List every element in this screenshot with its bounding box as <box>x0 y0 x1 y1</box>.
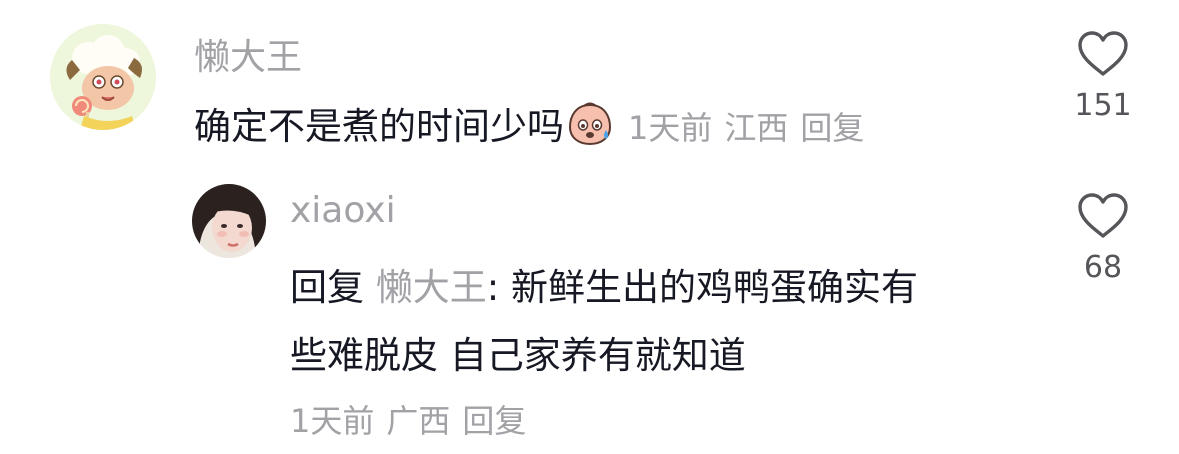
reply-location: 广西 <box>386 402 451 440</box>
reply-to-username[interactable]: 懒大王 <box>376 266 487 309</box>
reply-body-line1: : 新鲜生出的鸡鸭蛋确实有 <box>486 266 918 309</box>
reply-text-line1: 回复 懒大王: 新鲜生出的鸡鸭蛋确实有 <box>290 257 918 311</box>
comment-meta: 1天前 江西 回复 <box>628 109 876 147</box>
user-photo-avatar-icon <box>192 184 266 258</box>
heart-outline-icon <box>1078 193 1128 238</box>
reply-username[interactable]: xiaoxi <box>290 190 396 231</box>
comment-text: 确定不是煮的时间少吗 1天前 江西 回复 <box>194 96 876 150</box>
reply-time: 1天前 <box>290 402 375 440</box>
sweat-face-emoji-icon <box>566 100 614 148</box>
comment-location: 江西 <box>724 109 789 147</box>
heart-outline-icon <box>1078 31 1128 76</box>
avatar[interactable] <box>192 184 266 258</box>
like-count: 68 <box>1083 250 1123 285</box>
comment-time: 1天前 <box>628 109 713 147</box>
reply-text-line2: 些难脱皮 自己家养有就知道 <box>290 334 746 377</box>
like-button[interactable]: 68 <box>1063 192 1143 285</box>
avatar[interactable] <box>50 24 156 130</box>
like-button[interactable]: 151 <box>1063 30 1143 123</box>
like-count: 151 <box>1074 88 1132 123</box>
reply-button[interactable]: 回复 <box>800 103 864 149</box>
reply-button[interactable]: 回复 <box>462 396 526 442</box>
reply-meta: 1天前 广西 回复 <box>290 396 538 442</box>
comment-username[interactable]: 懒大王 <box>194 28 302 80</box>
sheep-avatar-icon <box>50 24 156 130</box>
comment-body: 确定不是煮的时间少吗 <box>194 105 564 148</box>
reply-prefix: 回复 <box>290 266 364 309</box>
